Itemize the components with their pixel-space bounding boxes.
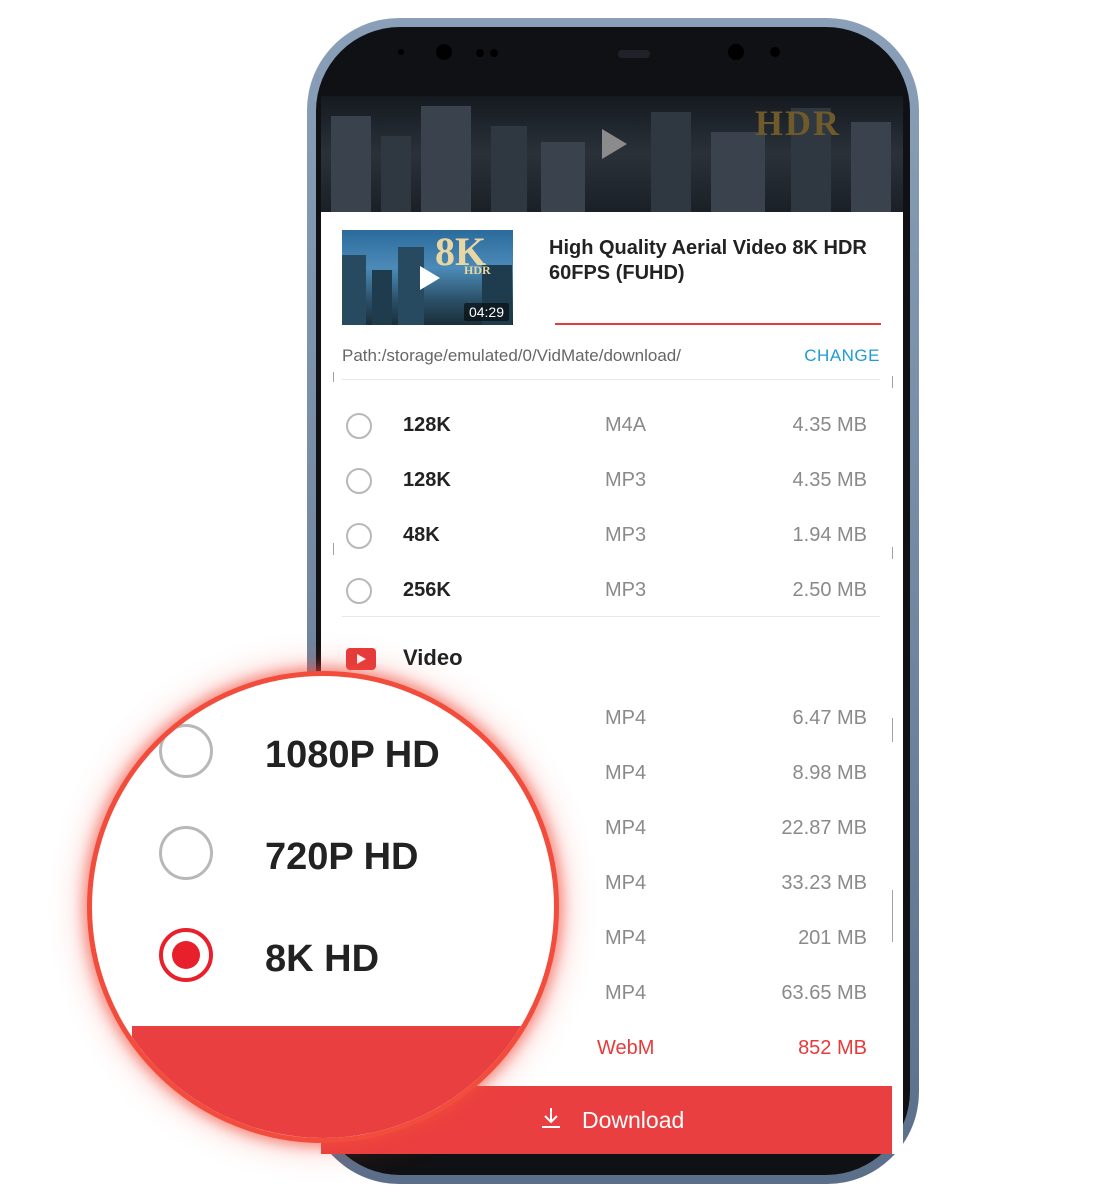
thumb-play-icon[interactable] <box>420 266 440 290</box>
divider <box>342 616 880 617</box>
audio-option-row[interactable]: 128K MP3 4.35 MB <box>321 454 903 509</box>
sensor-dot <box>490 49 498 57</box>
hdr-overlay-text: HDR <box>755 103 841 143</box>
title-underline <box>555 323 881 325</box>
option-quality: 128K <box>403 414 451 436</box>
skyline-building <box>331 116 371 212</box>
video-section-heading: Video <box>403 645 463 670</box>
scroll-tick <box>892 376 893 388</box>
option-quality: 128K <box>403 469 451 491</box>
option-size: 22.87 MB <box>781 817 867 839</box>
skyline-building <box>851 122 891 212</box>
skyline-building <box>421 106 471 212</box>
thumb-building <box>342 255 366 325</box>
option-8k-label: 8K HD <box>265 938 380 980</box>
option-format: MP4 <box>605 817 647 839</box>
front-camera <box>436 44 452 60</box>
option-format: MP4 <box>605 927 647 949</box>
audio-option-row[interactable]: 256K MP3 2.50 MB <box>321 564 903 619</box>
radio-720p[interactable] <box>159 826 213 880</box>
skyline-building <box>381 136 411 212</box>
skyline-building <box>541 142 585 212</box>
video-player[interactable]: HDR <box>321 96 903 212</box>
option-size: 4.35 MB <box>792 414 867 436</box>
option-1080p-label: 1080P HD <box>265 734 440 776</box>
skyline-building <box>651 112 691 212</box>
option-quality: 256K <box>403 579 451 601</box>
download-path: Path:/storage/emulated/0/VidMate/downloa… <box>342 346 681 365</box>
option-format: MP3 <box>605 469 647 491</box>
scroll-tick <box>892 718 893 742</box>
sensor-dot <box>770 47 780 57</box>
option-quality: 48K <box>403 524 440 546</box>
option-format: M4A <box>605 414 647 436</box>
magnified-download-bar <box>132 1026 532 1138</box>
option-size: 2.50 MB <box>792 579 867 601</box>
scroll-tick <box>892 547 893 559</box>
change-path-button[interactable]: CHANGE <box>804 346 880 366</box>
option-size: 852 MB <box>798 1037 867 1059</box>
youtube-icon <box>346 648 376 670</box>
option-format: MP4 <box>605 762 647 784</box>
thumb-building <box>372 270 392 325</box>
iris-scanner <box>728 44 744 60</box>
download-label: Download <box>582 1107 685 1133</box>
radio-button[interactable] <box>346 468 372 494</box>
radio-button[interactable] <box>346 413 372 439</box>
audio-option-row[interactable]: 48K MP3 1.94 MB <box>321 509 903 564</box>
thumb-badge-hdr: HDR <box>464 263 491 277</box>
divider <box>342 379 880 380</box>
radio-button[interactable] <box>346 578 372 604</box>
sensor-dot <box>476 49 484 57</box>
option-format: WebM <box>597 1037 655 1059</box>
audio-option-row[interactable]: 128K M4A 4.35 MB <box>321 399 903 454</box>
video-title: High Quality Aerial Video 8K HDR 60FPS (… <box>549 237 867 284</box>
scroll-tick <box>892 890 893 942</box>
option-format: MP3 <box>605 579 647 601</box>
zoom-magnifier: 1080P HD 720P HD 8K HD <box>87 671 559 1143</box>
option-720p-label: 720P HD <box>265 836 419 878</box>
option-format: MP4 <box>605 707 647 729</box>
option-size: 201 MB <box>798 927 867 949</box>
play-icon[interactable] <box>602 129 627 159</box>
skyline-building <box>711 132 765 212</box>
option-format: MP4 <box>605 872 647 894</box>
option-format: MP4 <box>605 982 647 1004</box>
download-icon <box>542 1108 560 1128</box>
radio-8k-selected[interactable] <box>159 928 213 982</box>
option-size: 6.47 MB <box>792 707 867 729</box>
radio-button[interactable] <box>346 523 372 549</box>
earpiece-grille <box>618 50 650 58</box>
scroll-tick <box>333 372 334 382</box>
sensor-dot <box>398 49 404 55</box>
scroll-tick <box>333 543 334 555</box>
video-duration: 04:29 <box>463 303 509 321</box>
option-size: 4.35 MB <box>792 469 867 491</box>
option-size: 63.65 MB <box>781 982 867 1004</box>
option-format: MP3 <box>605 524 647 546</box>
radio-1080p[interactable] <box>159 724 213 778</box>
skyline-building <box>491 126 527 212</box>
option-size: 33.23 MB <box>781 872 867 894</box>
option-size: 8.98 MB <box>792 762 867 784</box>
option-size: 1.94 MB <box>792 524 867 546</box>
video-thumbnail[interactable]: 8K HDR 04:29 <box>342 230 513 325</box>
